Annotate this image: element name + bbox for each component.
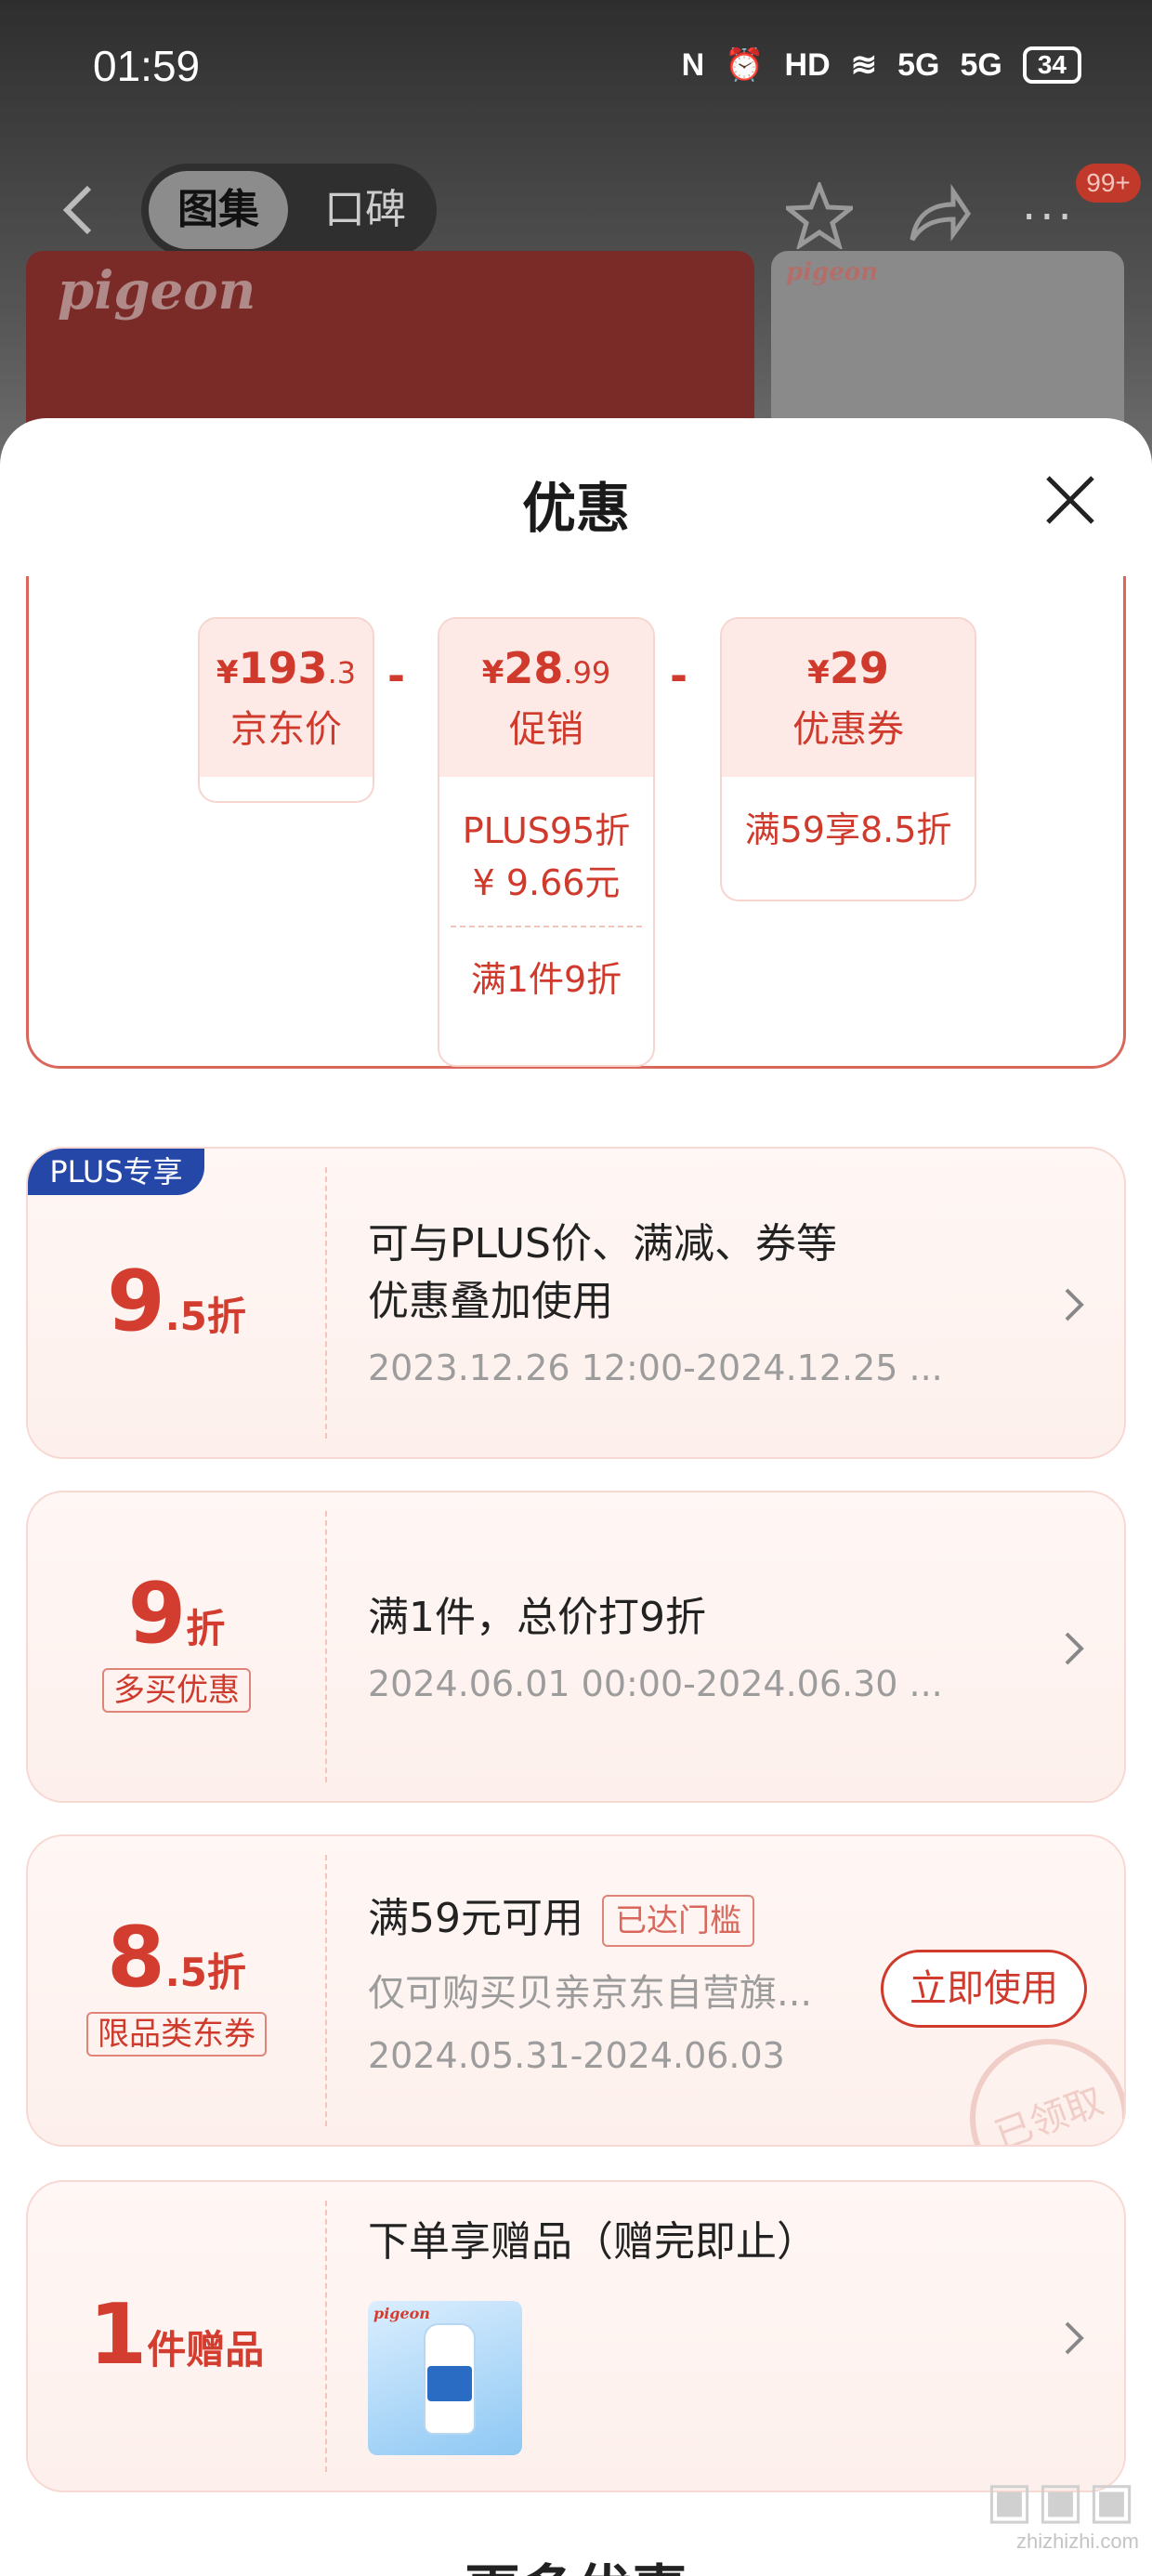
promo-box: ¥28.99 促销 PLUS95折 ¥ 9.66元 满1件9折 [438, 617, 655, 1067]
wifi-icon: ≋ [850, 47, 878, 83]
price-summary: ¥193.3 京东价 - ¥28.99 促销 PLUS95折 ¥ 9.66元 满… [26, 576, 1126, 1069]
jd-price-box: ¥193.3 京东价 [198, 617, 374, 803]
sheet-title: 优惠 [521, 477, 630, 540]
tab-reviews[interactable]: 口碑 [305, 171, 425, 249]
tab-switcher: 图集 口碑 [141, 164, 437, 256]
battery-icon: 34 [1022, 46, 1081, 84]
gift-card[interactable]: 1件赠品 下单享赠品（赠完即止） pigeon [26, 2180, 1126, 2492]
signal-icon: 5G [960, 46, 1002, 83]
card-description: 满1件，总价打9折 [368, 1594, 706, 1641]
gift-product-image[interactable]: pigeon [368, 2301, 522, 2455]
minus-sign: - [670, 651, 688, 701]
use-now-button[interactable]: 立即使用 [881, 1950, 1087, 2028]
claimed-stamp: 已领取 [948, 2017, 1124, 2145]
coupon-label: 优惠券 [792, 708, 904, 751]
promotions-sheet: 优惠 ¥193.3 京东价 - ¥28.99 促销 PLUS95折 ¥ 9.66… [0, 418, 1152, 2576]
validity-period: 2023.12.26 12:00-2024.12.25 ... [368, 1347, 943, 1388]
star-icon[interactable] [786, 182, 853, 249]
status-bar: 01:59 N ⏰ HD ≋ 5G 5G 34 [0, 0, 1152, 139]
watermark-logo: ▣▣▣ [985, 2473, 1139, 2529]
gift-brand-logo: pigeon [373, 2305, 430, 2322]
coupon-box: ¥29 优惠券 满59享8.5折 [720, 617, 976, 901]
validity-period: 2024.05.31-2024.06.03 [368, 2035, 785, 2076]
close-icon[interactable] [1042, 472, 1098, 528]
validity-period: 2024.06.01 00:00-2024.06.30 ... [368, 1663, 943, 1704]
discount-value: 9.5折 [107, 1253, 246, 1350]
alarm-icon: ⏰ [725, 47, 765, 83]
multi-buy-discount: 满1件9折 [439, 927, 653, 1032]
plus-discount: PLUS95折 ¥ 9.66元 [439, 777, 653, 909]
brand-logo: pigeon [786, 258, 879, 286]
coupon-threshold: 满59元可用 已达门槛 [368, 1890, 754, 1948]
more-offers-heading: 更多优惠 [0, 2546, 1152, 2576]
card-description: 可与PLUS价、满减、券等 优惠叠加使用 [368, 1220, 837, 1325]
brand-logo: pigeon [58, 260, 256, 322]
multi-buy-card[interactable]: 9折 多买优惠 满1件，总价打9折 2024.06.01 00:00-2024.… [26, 1491, 1126, 1803]
gift-count: 1件赠品 [88, 2286, 265, 2384]
notification-badge: 99+ [1076, 164, 1141, 203]
chevron-right-icon [1065, 1288, 1084, 1321]
back-icon[interactable] [59, 182, 97, 238]
signal-icon: 5G [897, 46, 940, 83]
category-coupon-tag: 限品类东券 [86, 2012, 267, 2057]
watermark: ▣▣▣ zhizhizhi.com [985, 2473, 1139, 2553]
more-icon[interactable]: ··· [1022, 191, 1076, 243]
coupon-scope: 仅可购买贝亲京东自营旗... [368, 1972, 813, 2015]
status-icons: N ⏰ HD ≋ 5G 5G 34 [682, 46, 1081, 84]
discount-value: 9折 [127, 1565, 226, 1663]
coupon-condition: 满59享8.5折 [722, 777, 975, 883]
jd-price-label: 京东价 [230, 708, 342, 751]
chevron-right-icon [1065, 1632, 1084, 1665]
coupon-card: 8.5折 限品类东券 满59元可用 已达门槛 仅可购买贝亲京东自营旗... 202… [26, 1834, 1126, 2147]
plus-discount-card[interactable]: PLUS专享 9.5折 可与PLUS价、满减、券等 优惠叠加使用 2023.12… [26, 1147, 1126, 1459]
status-time: 01:59 [93, 42, 201, 90]
promo-price: ¥28.99 [481, 643, 611, 693]
promo-label: 促销 [509, 708, 583, 751]
minus-sign: - [387, 651, 406, 701]
coupon-price: ¥29 [807, 643, 889, 693]
gift-description: 下单享赠品（赠完即止） [368, 2218, 818, 2266]
hd-icon: HD [784, 46, 831, 83]
tab-gallery[interactable]: 图集 [149, 171, 288, 249]
chevron-right-icon [1065, 2321, 1084, 2355]
share-icon[interactable] [905, 182, 972, 249]
threshold-reached-tag: 已达门槛 [602, 1895, 754, 1947]
nfc-icon: N [681, 46, 705, 83]
discount-value: 8.5折 [107, 1909, 246, 2006]
multi-buy-tag: 多买优惠 [102, 1668, 251, 1713]
jd-price: ¥193.3 [216, 643, 357, 693]
